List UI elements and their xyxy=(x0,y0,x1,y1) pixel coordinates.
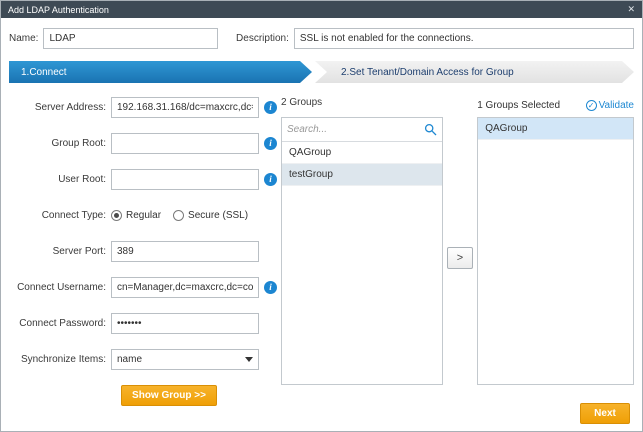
info-icon[interactable]: i xyxy=(264,281,277,294)
list-item[interactable]: QAGroup xyxy=(478,118,633,140)
step-tenant-domain-access-label: 2.Set Tenant/Domain Access for Group xyxy=(341,67,514,78)
connect-type-regular[interactable]: Regular xyxy=(111,210,161,221)
info-icon[interactable]: i xyxy=(264,173,277,186)
info-icon[interactable]: i xyxy=(264,137,277,150)
user-root-label: User Root: xyxy=(9,174,111,185)
list-item[interactable]: QAGroup xyxy=(282,142,442,164)
list-item[interactable]: testGroup xyxy=(282,164,442,186)
server-address-label: Server Address: xyxy=(9,102,111,113)
synchronize-items-select[interactable]: name xyxy=(111,349,259,370)
validate-check-icon: ✓ xyxy=(586,100,597,111)
server-address-row: Server Address: i xyxy=(9,97,277,118)
groups-panel-title: 2 Groups xyxy=(281,97,443,113)
step-tenant-domain-access[interactable]: 2.Set Tenant/Domain Access for Group xyxy=(315,61,634,83)
validate-link[interactable]: ✓ Validate xyxy=(586,100,634,111)
description-label: Description: xyxy=(236,33,289,44)
server-port-label: Server Port: xyxy=(9,246,111,257)
connect-password-row: Connect Password: xyxy=(9,313,277,334)
dialog-title: Add LDAP Authentication xyxy=(8,5,109,15)
selected-panel-title: 1 Groups Selected xyxy=(477,100,560,111)
groups-panel: 2 Groups QAGroup testGroup xyxy=(281,97,443,406)
name-description-row: Name: Description: xyxy=(1,18,642,57)
selected-groups-panel: 1 Groups Selected ✓ Validate QAGroup xyxy=(477,97,634,406)
transfer-column: > xyxy=(443,97,478,406)
next-button[interactable]: Next xyxy=(580,403,630,424)
server-port-row: Server Port: xyxy=(9,241,277,262)
step-connect-label: 1.Connect xyxy=(21,67,67,78)
main-content: Server Address: i Group Root: i User Roo… xyxy=(1,83,642,406)
connect-password-input[interactable] xyxy=(111,313,259,334)
server-address-input[interactable] xyxy=(111,97,259,118)
connect-type-secure-ssl[interactable]: Secure (SSL) xyxy=(173,210,248,221)
connection-form: Server Address: i Group Root: i User Roo… xyxy=(9,97,277,406)
selected-groups-listbox: QAGroup xyxy=(477,117,634,385)
close-icon[interactable]: ✕ xyxy=(627,5,635,14)
info-icon[interactable]: i xyxy=(264,101,277,114)
connect-type-row: Connect Type: Regular Secure (SSL) xyxy=(9,205,277,226)
groups-search-row xyxy=(282,118,442,142)
search-icon[interactable] xyxy=(424,123,437,136)
connect-username-row: Connect Username: i xyxy=(9,277,277,298)
radio-unselected-icon[interactable] xyxy=(173,210,184,221)
server-port-input[interactable] xyxy=(111,241,259,262)
validate-label: Validate xyxy=(599,100,634,111)
name-label: Name: xyxy=(9,33,38,44)
group-root-input[interactable] xyxy=(111,133,259,154)
dialog-titlebar: Add LDAP Authentication ✕ xyxy=(1,1,642,18)
connect-type-secure-label: Secure (SSL) xyxy=(188,210,248,221)
move-right-button[interactable]: > xyxy=(447,247,473,269)
groups-listbox: QAGroup testGroup xyxy=(281,117,443,385)
selected-panel-header: 1 Groups Selected ✓ Validate xyxy=(477,97,634,113)
synchronize-items-label: Synchronize Items: xyxy=(9,354,111,365)
group-root-row: Group Root: i xyxy=(9,133,277,154)
synchronize-items-row: Synchronize Items: name xyxy=(9,349,277,370)
connect-username-label: Connect Username: xyxy=(9,282,111,293)
user-root-input[interactable] xyxy=(111,169,259,190)
group-root-label: Group Root: xyxy=(9,138,111,149)
wizard-steps: 1.Connect 2.Set Tenant/Domain Access for… xyxy=(9,61,634,83)
groups-search-input[interactable] xyxy=(287,120,424,140)
description-input[interactable] xyxy=(294,28,634,49)
name-input[interactable] xyxy=(43,28,218,49)
chevron-down-icon xyxy=(245,357,253,362)
user-root-row: User Root: i xyxy=(9,169,277,190)
connect-type-regular-label: Regular xyxy=(126,210,161,221)
connect-password-label: Connect Password: xyxy=(9,318,111,329)
add-ldap-authentication-dialog: Add LDAP Authentication ✕ Name: Descript… xyxy=(0,0,643,432)
connect-type-options: Regular Secure (SSL) xyxy=(111,210,260,221)
show-group-button[interactable]: Show Group >> xyxy=(121,385,217,406)
synchronize-items-value: name xyxy=(117,354,142,365)
connect-type-label: Connect Type: xyxy=(9,210,111,221)
connect-username-input[interactable] xyxy=(111,277,259,298)
radio-selected-icon[interactable] xyxy=(111,210,122,221)
step-connect[interactable]: 1.Connect xyxy=(9,61,312,83)
